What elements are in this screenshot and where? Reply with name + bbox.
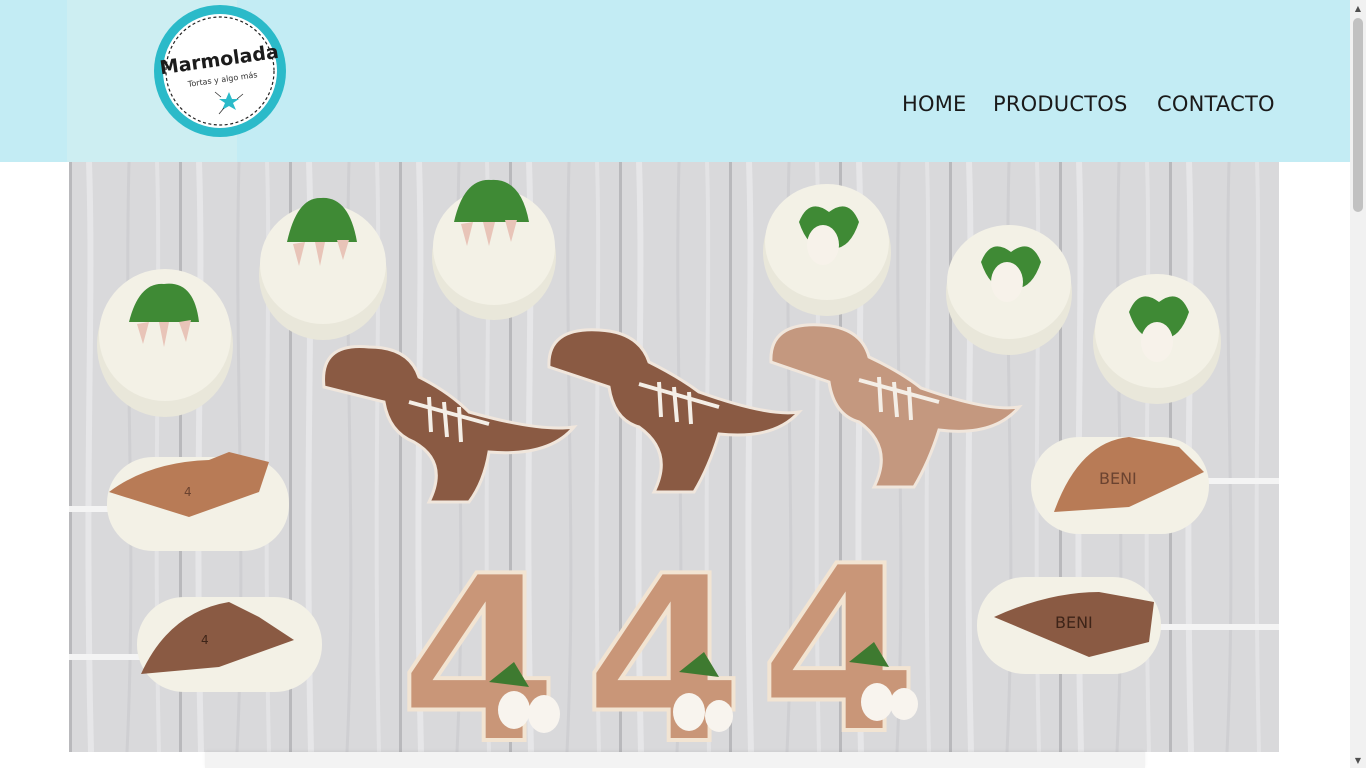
triangle-down-icon[interactable]: ▼: [1350, 752, 1366, 768]
page-scrollbar[interactable]: ▲ ▼: [1350, 0, 1366, 768]
treat-number-text: 4: [184, 485, 192, 499]
egg-treat: [763, 184, 891, 316]
scrollbar-thumb[interactable]: [1353, 18, 1363, 212]
nav-home-link[interactable]: HOME: [902, 92, 967, 116]
treat-name-text: BENI: [1099, 469, 1137, 488]
dinosaur-treats-photo: 4 4 BENI BENI 4 4 4: [69, 162, 1279, 752]
logo-container[interactable]: Marmolada Tortas y algo más: [67, 0, 286, 162]
treat-name-text: BENI: [1055, 613, 1093, 632]
number-four-text: 4: [759, 518, 919, 752]
egg-treat: [946, 225, 1072, 355]
egg-treat: [1093, 274, 1221, 404]
main-nav: HOME PRODUCTOS CONTACTO: [0, 92, 1350, 122]
treat-number-text: 4: [201, 633, 209, 647]
nav-contacto-link[interactable]: CONTACTO: [1157, 92, 1275, 116]
number-four-cookie: 4: [757, 516, 921, 752]
triangle-up-icon[interactable]: ▲: [1350, 0, 1366, 16]
nav-productos-link[interactable]: PRODUCTOS: [993, 92, 1127, 116]
site-header: Marmolada Tortas y algo más HOME PRODUCT…: [0, 0, 1350, 162]
content-card-edge: [205, 752, 1145, 768]
claw-treat: [97, 269, 233, 417]
hero-image: 4 4 BENI BENI 4 4 4: [69, 162, 1279, 752]
